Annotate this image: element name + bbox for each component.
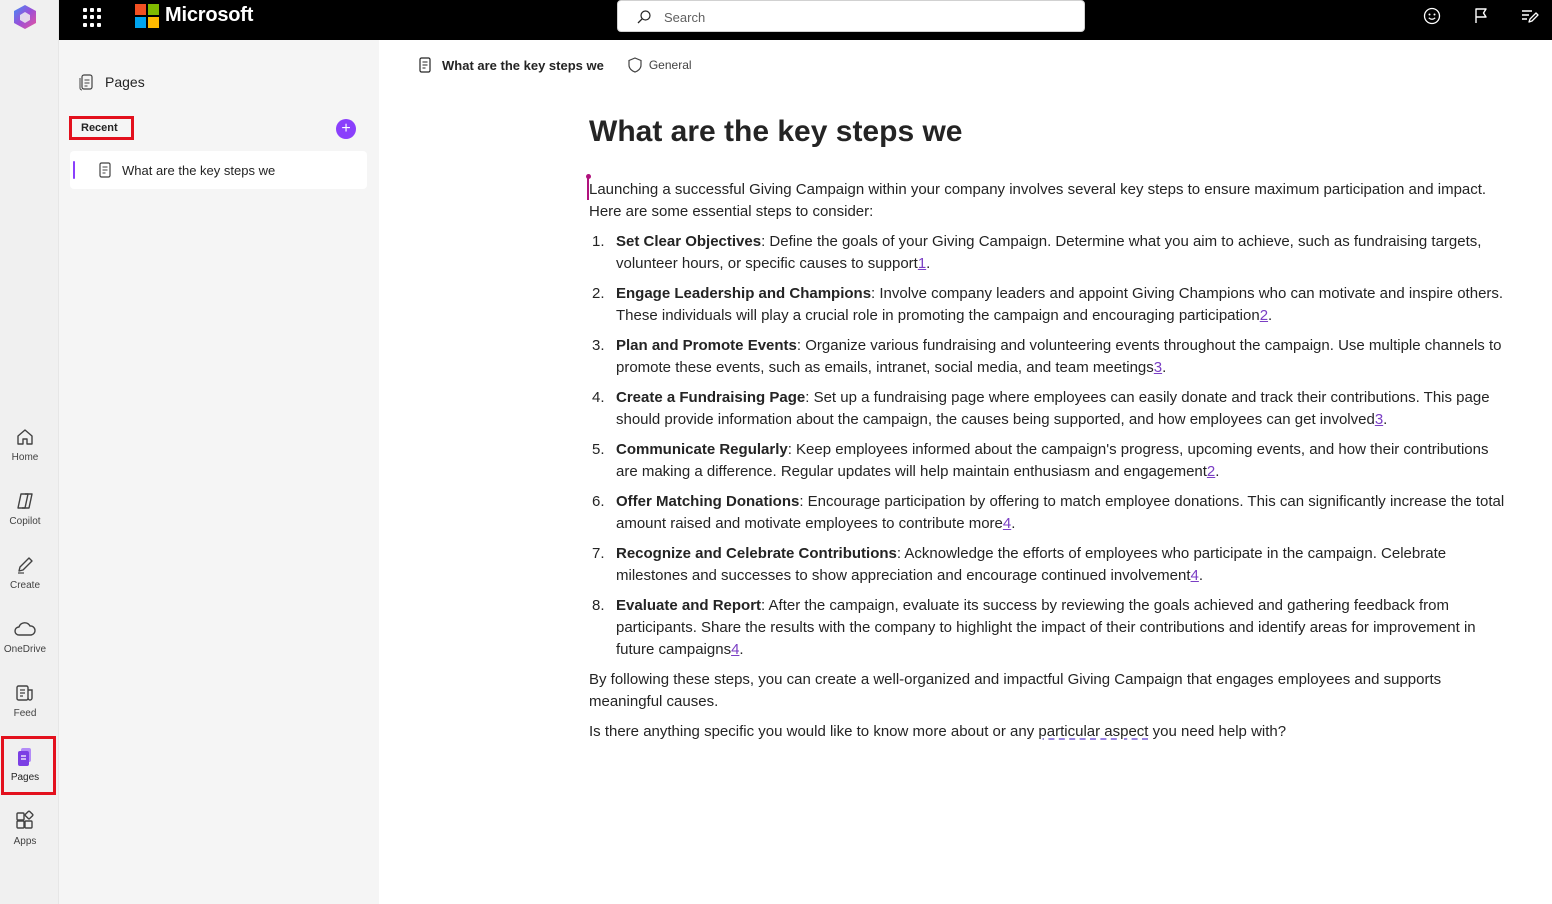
item-title: Communicate Regularly [616, 441, 788, 458]
shield-icon [628, 57, 642, 73]
brand-name: Microsoft [165, 4, 254, 26]
top-bar: Microsoft Search [59, 0, 1552, 40]
item-title: Engage Leadership and Champions [616, 285, 872, 302]
rail-item-label: Apps [13, 836, 37, 847]
item-number: 7. [592, 545, 605, 562]
item-title: Offer Matching Donations [616, 493, 800, 510]
rail-item-feed[interactable]: Feed [0, 676, 50, 734]
list-item[interactable]: 1. Set Clear Objectives: Define the goals… [589, 231, 1509, 275]
sensitivity-label[interactable]: General [649, 58, 692, 72]
grammar-flag-text[interactable]: particular aspect [1038, 723, 1148, 740]
feed-icon [16, 685, 33, 701]
citation-link[interactable]: 4 [731, 641, 739, 658]
list-item[interactable]: 2. Engage Leadership and Champions: Invol… [589, 283, 1509, 327]
item-number: 1. [592, 233, 605, 250]
citation-link[interactable]: 4 [1191, 567, 1199, 584]
item-number: 4. [592, 389, 605, 406]
citation-link[interactable]: 2 [1207, 463, 1215, 480]
recent-page-item[interactable]: What are the key steps we [70, 151, 367, 189]
edit-note-icon[interactable] [1519, 6, 1539, 26]
citation-link[interactable]: 4 [1003, 515, 1011, 532]
search-icon [637, 10, 651, 24]
item-number: 8. [592, 597, 605, 614]
microsoft-logo-icon [135, 4, 159, 28]
question-text-end: you need help with? [1148, 723, 1287, 740]
collaborator-cursor [586, 174, 591, 200]
rail-item-copilot[interactable]: Copilot [0, 484, 50, 542]
cloud-icon [14, 622, 36, 636]
citation-link[interactable]: 3 [1154, 359, 1162, 376]
question-text: Is there anything specific you would lik… [589, 723, 1039, 740]
rail-item-label: Create [9, 580, 40, 591]
add-page-button[interactable]: + [336, 119, 356, 139]
citation-link[interactable]: 3 [1375, 411, 1383, 428]
page-document-icon [79, 74, 93, 91]
rail-item-label: OneDrive [3, 644, 47, 655]
item-number: 3. [592, 337, 605, 354]
page-content[interactable]: What are the key steps we Launching a su… [586, 112, 1509, 751]
list-item[interactable]: 5. Communicate Regularly: Keep employees … [589, 439, 1509, 483]
list-item[interactable]: 6. Offer Matching Donations: Encourage pa… [589, 491, 1509, 535]
list-item[interactable]: 4. Create a Fundraising Page: Set up a fu… [589, 387, 1509, 431]
rail-item-onedrive[interactable]: OneDrive [0, 612, 50, 670]
pages-panel: Pages Recent + What are the key steps we [59, 40, 379, 904]
item-number: 6. [592, 493, 605, 510]
doc-breadcrumb: What are the key steps we General [418, 56, 692, 74]
page-title[interactable]: What are the key steps we [589, 112, 1509, 152]
apps-icon [16, 810, 34, 829]
selection-indicator [73, 161, 75, 179]
doc-name[interactable]: What are the key steps we [442, 58, 604, 73]
recent-highlight-frame [69, 116, 134, 140]
pen-icon [18, 557, 33, 574]
app-launcher-icon[interactable] [83, 7, 103, 27]
search-box[interactable]: Search [617, 0, 1085, 32]
page-document-icon [99, 162, 111, 178]
steps-list: 1. Set Clear Objectives: Define the goals… [589, 231, 1509, 661]
list-item[interactable]: 3. Plan and Promote Events: Organize vari… [589, 335, 1509, 379]
rail-item-label: Copilot [9, 516, 41, 527]
item-title: Plan and Promote Events [616, 337, 797, 354]
item-number: 5. [592, 441, 605, 458]
copilot-icon [17, 493, 33, 509]
list-item[interactable]: 7. Recognize and Celebrate Contributions:… [589, 543, 1509, 587]
item-title: Recognize and Celebrate Contributions [616, 545, 897, 562]
question-paragraph[interactable]: Is there anything specific you would lik… [589, 721, 1509, 743]
item-title: Create a Fundraising Page [616, 389, 806, 406]
search-placeholder: Search [664, 10, 706, 25]
pages-highlight-frame [1, 736, 56, 795]
item-title: Set Clear Objectives [616, 233, 762, 250]
panel-header: Pages [79, 73, 145, 91]
item-number: 2. [592, 285, 605, 302]
rail-item-home[interactable]: Home [0, 420, 50, 478]
feedback-smiley-icon[interactable] [1422, 6, 1442, 26]
recent-page-label: What are the key steps we [122, 162, 276, 178]
rail-item-label: Feed [13, 708, 37, 719]
rail-item-create[interactable]: Create [0, 548, 50, 606]
rail-item-apps[interactable]: Apps [0, 804, 50, 862]
flag-icon[interactable] [1471, 6, 1491, 26]
page-document-icon [419, 57, 431, 73]
item-title: Evaluate and Report [616, 597, 762, 614]
home-icon [17, 429, 33, 445]
intro-paragraph[interactable]: Launching a successful Giving Campaign w… [589, 179, 1509, 223]
closing-paragraph[interactable]: By following these steps, you can create… [589, 669, 1509, 713]
rail-item-label: Home [11, 452, 39, 463]
list-item[interactable]: 8. Evaluate and Report: After the campaig… [589, 595, 1509, 661]
m365-logo-icon[interactable] [12, 3, 38, 31]
citation-link[interactable]: 2 [1260, 307, 1268, 324]
panel-title: Pages [105, 74, 145, 90]
citation-link[interactable]: 1 [918, 255, 926, 272]
